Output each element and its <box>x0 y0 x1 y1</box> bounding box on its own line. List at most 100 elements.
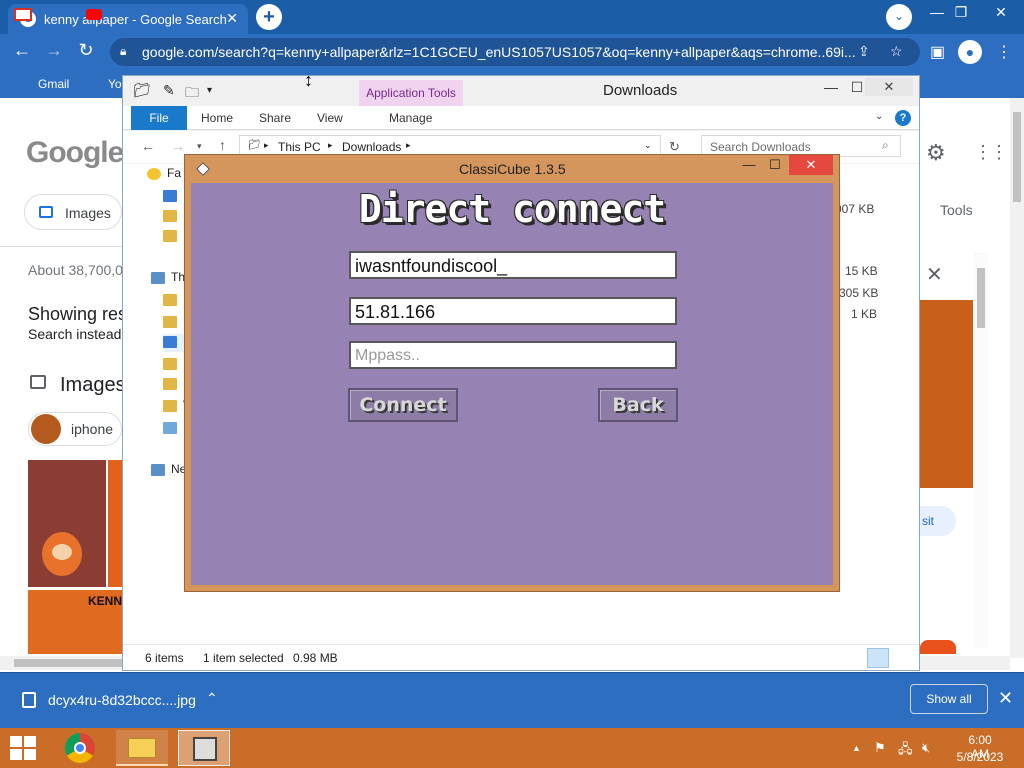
windows-start-icon[interactable] <box>10 736 38 760</box>
download-item[interactable]: dcyx4ru-8d32bccc....jpg <box>48 692 196 708</box>
mppass-field[interactable]: Mppass.. <box>349 341 677 369</box>
tab-search-button[interactable]: ⌄ <box>886 4 912 30</box>
close-shelf-icon[interactable]: ✕ <box>998 688 1013 709</box>
up-icon[interactable]: ↑ <box>219 137 226 153</box>
visit-label: sit <box>922 514 934 528</box>
minimize-icon[interactable]: — <box>737 157 761 172</box>
address-bar[interactable]: 🔒︎ google.com/search?q=kenny+allpaper&rl… <box>110 38 920 66</box>
back-button[interactable]: Back <box>598 388 678 422</box>
bookmark-youtube[interactable]: Yo <box>108 77 122 91</box>
taskbar-chrome[interactable] <box>54 730 106 766</box>
tab-file[interactable]: File <box>131 106 187 130</box>
chevron-right-icon: ▸ <box>406 140 411 150</box>
profile-avatar[interactable]: ● <box>958 40 982 64</box>
username-field[interactable]: iwasntfoundiscool_ <box>349 251 677 279</box>
page-vertical-scrollbar[interactable] <box>1010 98 1024 658</box>
tab-view[interactable]: View <box>317 111 343 125</box>
forward-icon[interactable]: → <box>171 138 185 154</box>
connect-button[interactable]: Connect <box>348 388 458 422</box>
large-icons-view-icon[interactable] <box>891 648 913 668</box>
back-arrow-icon[interactable]: ← <box>10 40 34 61</box>
item-count: 6 items <box>145 651 184 665</box>
expand-ribbon-icon[interactable]: ⌄ <box>875 111 883 122</box>
search-placeholder: Search Downloads <box>710 140 811 154</box>
scroll-thumb[interactable] <box>977 268 985 328</box>
reload-icon[interactable]: ↻ <box>74 40 98 61</box>
bookmark-gmail[interactable]: Gmail <box>38 77 69 91</box>
close-tab-icon[interactable]: ✕ <box>226 10 238 27</box>
side-panel-icon[interactable]: ▣ <box>930 42 945 62</box>
file-size: 305 KB <box>839 286 879 300</box>
tab-manage[interactable]: Manage <box>389 111 432 125</box>
classicube-titlebar[interactable]: ClassiCube 1.3.5 — ☐ ✕ <box>185 155 839 183</box>
image-text: KENN <box>88 594 123 608</box>
image-preview-bottom <box>920 640 956 654</box>
menu-kebab-icon[interactable]: ⋮ <box>996 42 1012 62</box>
close-window-icon[interactable]: ✕ <box>986 4 1016 21</box>
close-icon[interactable]: ✕ <box>789 155 833 175</box>
tools-button[interactable]: Tools <box>940 202 973 218</box>
image-result[interactable] <box>28 460 106 587</box>
visit-button[interactable]: sit <box>920 506 956 536</box>
scroll-thumb[interactable] <box>1013 112 1021 202</box>
url-text: google.com/search?q=kenny+allpaper&rlz=1… <box>142 44 856 60</box>
recent-dropdown-icon[interactable]: ▾ <box>197 141 202 152</box>
images-chip-label: Images <box>65 205 111 221</box>
search-instead-link[interactable]: Search instead <box>28 326 124 342</box>
taskbar-file-explorer[interactable] <box>116 730 168 766</box>
share-icon[interactable]: ⇪ <box>858 43 870 60</box>
tab-home[interactable]: Home <box>201 111 233 125</box>
images-filter-chip[interactable]: Images <box>24 194 122 230</box>
help-icon[interactable]: ? <box>895 110 911 126</box>
image-result[interactable] <box>108 460 122 587</box>
clock-date[interactable]: 5/8/2023 <box>954 750 1006 764</box>
bookmark-star-icon[interactable]: ☆ <box>890 43 903 60</box>
show-all-button[interactable]: Show all <box>910 684 988 714</box>
explorer-title: Downloads <box>603 82 678 99</box>
tab-title: kenny allpaper - Google Search <box>44 12 227 27</box>
chevron-right-icon: ▸ <box>328 140 333 150</box>
crumb-this-pc[interactable]: This PC <box>278 140 321 154</box>
panel-scrollbar[interactable] <box>974 252 988 648</box>
server-address-field[interactable]: 51.81.166 <box>349 297 677 325</box>
minimize-icon[interactable]: — <box>819 79 843 95</box>
back-icon[interactable]: ← <box>141 138 155 154</box>
folder-icon <box>128 738 156 758</box>
qat-dropdown-icon[interactable]: ▾ <box>207 85 212 96</box>
search-icon: ⌕ <box>882 138 889 152</box>
flag-icon[interactable]: ⚑ <box>874 740 886 756</box>
chevron-up-icon[interactable]: ⌃ <box>206 690 218 707</box>
browser-tab[interactable]: G kenny allpaper - Google Search ✕ <box>8 4 248 34</box>
restore-icon[interactable]: ❐ <box>946 4 976 21</box>
volume-muted-icon[interactable]: 🔇︎ <box>922 740 930 756</box>
lock-icon[interactable]: 🔒︎ <box>120 44 126 59</box>
tab-share[interactable]: Share <box>259 111 291 125</box>
file-size: 1 KB <box>851 307 878 321</box>
taskbar-classicube[interactable] <box>178 730 230 766</box>
related-chip-iphone[interactable]: iphone <box>28 412 122 446</box>
showing-results-text: Showing res <box>28 304 124 324</box>
tray-overflow-icon[interactable]: ▲ <box>852 743 861 753</box>
refresh-icon[interactable]: ↻ <box>669 139 680 155</box>
settings-gear-icon[interactable]: ⚙ <box>926 140 946 166</box>
explorer-titlebar[interactable]: 📁︎ ✎ 🗀 ▾ Application Tools Downloads — ☐… <box>123 76 919 108</box>
close-panel-icon[interactable]: ✕ <box>926 262 943 287</box>
properties-icon[interactable]: ✎ <box>163 82 175 99</box>
new-folder-icon[interactable]: 🗀 <box>185 82 199 106</box>
address-dropdown-icon[interactable]: ⌄ <box>644 140 652 151</box>
close-icon[interactable]: ✕ <box>865 78 913 96</box>
youtube-icon <box>86 9 102 20</box>
maximize-icon[interactable]: ☐ <box>763 157 787 173</box>
image-preview[interactable] <box>920 300 973 488</box>
new-tab-button[interactable]: + <box>256 4 282 30</box>
network-icon[interactable]: 🖧 <box>898 740 913 762</box>
image-result[interactable]: KENN <box>28 590 122 654</box>
selection-size: 0.98 MB <box>293 651 338 665</box>
images-section-icon <box>30 375 46 389</box>
crumb-downloads[interactable]: Downloads <box>342 140 401 154</box>
classicube-window: ClassiCube 1.3.5 — ☐ ✕ Direct connect iw… <box>184 154 840 592</box>
details-view-icon[interactable] <box>867 648 889 668</box>
forward-arrow-icon[interactable]: → <box>42 40 66 61</box>
google-logo[interactable]: Google <box>26 136 124 170</box>
result-stats: About 38,700,0 <box>28 262 123 278</box>
